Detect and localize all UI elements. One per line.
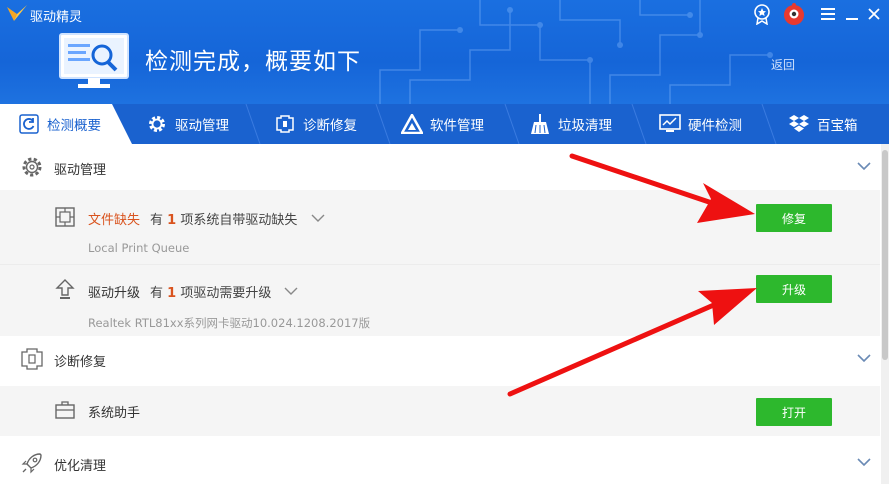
driver-upgrade-title: 驱动升级 bbox=[88, 286, 141, 301]
tab-separator bbox=[245, 104, 261, 144]
dropbox-icon bbox=[788, 113, 810, 135]
tab-scan-summary[interactable]: 检测概要 bbox=[0, 104, 132, 144]
tab-separator bbox=[375, 104, 391, 144]
monitor-chart-icon bbox=[659, 113, 681, 135]
app-logo-icon bbox=[7, 5, 27, 21]
vertical-scrollbar[interactable] bbox=[881, 144, 889, 484]
chevron-down-icon[interactable] bbox=[311, 213, 325, 223]
missing-files-title: 文件缺失 bbox=[88, 213, 141, 228]
rocket-icon bbox=[21, 453, 42, 474]
tab-toolbox[interactable]: 百宝箱 bbox=[788, 104, 858, 144]
minimize-icon[interactable] bbox=[840, 2, 864, 26]
broom-icon bbox=[529, 113, 551, 135]
app-header: 驱动精灵 检测完成，概要如下 返回 bbox=[0, 0, 889, 104]
missing-files-desc: 有 1 项系统自带驱动缺失 bbox=[150, 213, 298, 228]
tab-label: 垃圾清理 bbox=[558, 118, 612, 134]
list-item-missing-files: 文件缺失 有 1 项系统自带驱动缺失 Local Print Queue 修复 bbox=[0, 190, 880, 264]
main-tab-bar: 检测概要 驱动管理 诊断修复 软件管理 垃圾清理 硬件检测 百宝箱 bbox=[0, 104, 889, 144]
upgrade-button[interactable]: 升级 bbox=[756, 275, 832, 303]
section-driver-management[interactable]: 驱动管理 bbox=[0, 144, 880, 190]
section-diagnose-repair[interactable]: 诊断修复 bbox=[0, 336, 880, 382]
tab-software-management[interactable]: 软件管理 bbox=[401, 104, 484, 144]
open-button[interactable]: 打开 bbox=[756, 398, 832, 426]
close-icon[interactable] bbox=[862, 2, 886, 26]
summary-content: 驱动管理 文件缺失 有 1 项系统自带驱动缺失 Local Print Queu… bbox=[0, 144, 880, 484]
mascot-avatar-icon[interactable] bbox=[782, 2, 806, 26]
tab-separator bbox=[631, 104, 647, 144]
diagnose-icon bbox=[21, 348, 43, 370]
tab-driver-management[interactable]: 驱动管理 bbox=[146, 104, 229, 144]
section-label: 优化清理 bbox=[54, 459, 107, 474]
tab-separator bbox=[761, 104, 777, 144]
menu-icon[interactable] bbox=[816, 2, 840, 26]
list-item-system-assistant: 系统助手 打开 bbox=[0, 386, 880, 436]
tab-separator bbox=[504, 104, 520, 144]
tab-label: 百宝箱 bbox=[817, 118, 858, 134]
back-link[interactable]: 返回 bbox=[771, 56, 795, 73]
upgrade-driver-name: Realtek RTL81xx系列网卡驱动10.024.1208.2017版 bbox=[88, 316, 371, 330]
repair-button[interactable]: 修复 bbox=[756, 204, 832, 232]
missing-driver-name: Local Print Queue bbox=[88, 241, 190, 255]
gear-icon bbox=[146, 113, 168, 135]
app-title: 驱动精灵 bbox=[30, 10, 83, 25]
section-label: 驱动管理 bbox=[54, 163, 107, 178]
driver-upgrade-desc: 有 1 项驱动需要升级 bbox=[150, 286, 272, 301]
missing-count: 1 bbox=[167, 213, 177, 228]
refresh-icon bbox=[18, 113, 40, 135]
upgrade-arrow-icon bbox=[55, 279, 75, 299]
scan-result-headline: 检测完成，概要如下 bbox=[145, 49, 361, 75]
section-optimize-cleanup[interactable]: 优化清理 bbox=[0, 440, 880, 484]
badge-icon[interactable] bbox=[750, 2, 774, 26]
chevron-down-icon[interactable] bbox=[284, 286, 298, 296]
upgrade-count: 1 bbox=[167, 286, 177, 301]
triangle-app-icon bbox=[401, 113, 423, 135]
scan-monitor-icon bbox=[59, 33, 129, 88]
diagnose-icon bbox=[274, 113, 296, 135]
tab-label: 硬件检测 bbox=[688, 118, 742, 134]
system-assistant-title: 系统助手 bbox=[88, 406, 141, 421]
tab-label: 检测概要 bbox=[47, 118, 101, 134]
tab-label: 诊断修复 bbox=[303, 118, 357, 134]
tab-label: 软件管理 bbox=[430, 118, 484, 134]
list-item-driver-upgrade: 驱动升级 有 1 项驱动需要升级 Realtek RTL81xx系列网卡驱动10… bbox=[0, 265, 880, 336]
driver-chip-icon bbox=[55, 207, 75, 227]
toolbox-icon bbox=[55, 401, 75, 419]
tab-hardware-detection[interactable]: 硬件检测 bbox=[659, 104, 742, 144]
chevron-down-icon[interactable] bbox=[856, 456, 872, 468]
tab-diagnose-repair[interactable]: 诊断修复 bbox=[274, 104, 357, 144]
chevron-down-icon[interactable] bbox=[856, 352, 872, 364]
gear-icon bbox=[22, 157, 42, 177]
chevron-down-icon[interactable] bbox=[856, 160, 872, 172]
scrollbar-thumb[interactable] bbox=[882, 150, 888, 360]
section-label: 诊断修复 bbox=[54, 355, 107, 370]
tab-junk-cleanup[interactable]: 垃圾清理 bbox=[529, 104, 612, 144]
title-bar: 驱动精灵 bbox=[0, 0, 889, 28]
tab-label: 驱动管理 bbox=[175, 118, 229, 134]
